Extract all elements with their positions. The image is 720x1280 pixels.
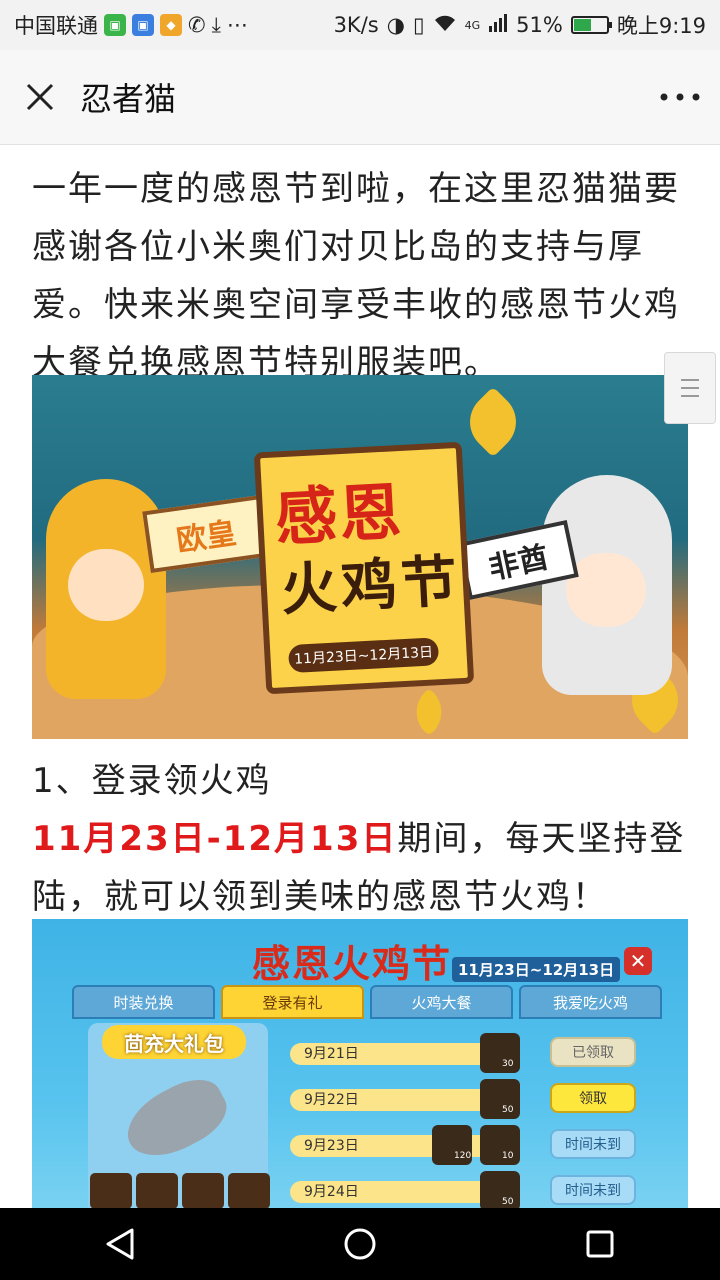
character-left-face <box>68 549 144 621</box>
gift-slots <box>90 1173 270 1208</box>
home-button[interactable] <box>300 1208 420 1280</box>
reward-day: 9月23日 <box>304 1138 359 1154</box>
more-icon <box>660 93 700 101</box>
reward-item <box>480 1033 520 1073</box>
navigation-bar <box>0 1208 720 1280</box>
gift-slot <box>182 1173 224 1208</box>
gift-title: 茴充大礼包 <box>102 1025 246 1059</box>
close-icon <box>26 83 54 111</box>
reward-day: 9月24日 <box>304 1184 359 1200</box>
game-title: 感恩火鸡节 <box>252 942 453 986</box>
game-screenshot-image: 感恩火鸡节 11月23日~12月13日 ✕ 时装兑换 登录有礼 火鸡大餐 我爱吃… <box>32 919 688 1208</box>
banner-title-line2: 火鸡节 <box>279 548 463 624</box>
status-right: 3K/s ◑ ▯ 4G 51% 晚上9:19 <box>334 10 706 40</box>
network-type: 4G <box>464 18 481 32</box>
leaf-decoration <box>457 386 529 458</box>
game-tab: 我爱吃火鸡 <box>519 985 662 1019</box>
reward-day: 9月21日 <box>304 1046 359 1062</box>
reward-button: 领取 <box>550 1083 636 1113</box>
net-speed: 3K/s <box>333 13 379 37</box>
reward-qty: 10 <box>502 1151 514 1161</box>
character-right <box>542 475 672 695</box>
recents-icon <box>586 1230 614 1258</box>
more-dots-icon: ⋯ <box>226 13 248 37</box>
scroll-handle-line <box>681 387 699 389</box>
gift-slot <box>136 1173 178 1208</box>
banner-board: 感恩 火鸡节 11月23日~12月13日 <box>253 441 475 695</box>
scroll-handle-line <box>681 395 699 397</box>
game-tab: 火鸡大餐 <box>370 985 513 1019</box>
battery-fill <box>573 19 592 31</box>
reward-item <box>480 1125 520 1165</box>
back-button[interactable] <box>60 1208 180 1280</box>
vibrate-icon: ▯ <box>413 13 425 37</box>
intro-paragraph: 一年一度的感恩节到啦，在这里忍猫猫要感谢各位小米奥们对贝比岛的支持与厚爱。快来米… <box>32 169 680 383</box>
reward-item <box>480 1079 520 1119</box>
more-button[interactable] <box>640 50 720 145</box>
event-banner-image: 欧皇 非酋 感恩 火鸡节 11月23日~12月13日 <box>32 375 688 739</box>
step1-heading: 1、登录领火鸡 <box>32 761 272 801</box>
status-bar: 中国联通 ▣ ▣ ◆ ✆ ⤓ ⋯ 3K/s ◑ ▯ 4G 51% 晚上9:19 <box>0 0 720 50</box>
banner-date: 11月23日~12月13日 <box>287 637 440 674</box>
game-tabs: 时装兑换 登录有礼 火鸡大餐 我爱吃火鸡 <box>72 985 662 1019</box>
reward-qty: 50 <box>502 1197 514 1207</box>
clock: 晚上9:19 <box>616 14 706 38</box>
back-icon <box>106 1228 134 1260</box>
reward-row: 9月23日 120 10 时间未到 <box>290 1123 650 1167</box>
gift-slot <box>228 1173 270 1208</box>
app-icon-green: ▣ <box>104 14 126 36</box>
sign-left: 欧皇 <box>142 494 270 574</box>
recents-button[interactable] <box>540 1208 660 1280</box>
game-date: 11月23日~12月13日 <box>452 957 621 982</box>
reward-row: 9月24日 50 时间未到 <box>290 1169 650 1208</box>
battery-percent: 51% <box>516 13 563 37</box>
gift-slot <box>90 1173 132 1208</box>
download-icon: ⤓ <box>211 12 221 37</box>
game-tab-active: 登录有礼 <box>221 985 364 1019</box>
reward-qty: 30 <box>502 1059 514 1069</box>
page-title: 忍者猫 <box>80 80 177 118</box>
character-right-face <box>566 553 646 627</box>
reward-button: 时间未到 <box>550 1129 636 1159</box>
reward-qty: 50 <box>502 1105 514 1115</box>
app-icon-100: ◆ <box>160 14 182 36</box>
reward-button: 时间未到 <box>550 1175 636 1205</box>
reward-row: 9月21日 30 已领取 <box>290 1031 650 1075</box>
battery-icon <box>570 16 612 34</box>
wifi-icon <box>433 13 457 37</box>
scroll-handle-line <box>681 379 699 381</box>
reward-day: 9月22日 <box>304 1092 359 1108</box>
step1-paragraph: 11月23日-12月13日期间，每天坚持登陆，就可以领到美味的感恩节火鸡！ <box>32 810 688 926</box>
reward-item <box>480 1171 520 1208</box>
signal-icon <box>488 13 508 37</box>
game-close-icon: ✕ <box>624 947 652 975</box>
close-button[interactable] <box>0 50 80 145</box>
carrier-label: 中国联通 <box>14 14 98 38</box>
hd-icon: ◑ <box>386 13 406 37</box>
article-content[interactable]: 一年一度的感恩节到啦，在这里忍猫猫要感谢各位小米奥们对贝比岛的支持与厚爱。快来米… <box>0 146 720 1208</box>
title-bar: 忍者猫 <box>0 50 720 145</box>
app-icon-blue: ▣ <box>132 14 154 36</box>
reward-button: 已领取 <box>550 1037 636 1067</box>
scroll-handle[interactable] <box>664 352 716 424</box>
missed-call-icon: ✆ <box>188 13 206 37</box>
login-reward-rows: 9月21日 30 已领取 9月22日 50 领取 9月23日 120 10 时间… <box>290 1031 650 1208</box>
reward-row: 9月22日 50 领取 <box>290 1077 650 1121</box>
home-icon <box>344 1228 376 1260</box>
game-tab: 时装兑换 <box>72 985 215 1019</box>
reward-qty: 120 <box>454 1151 472 1161</box>
status-left: 中国联通 ▣ ▣ ◆ ✆ ⤓ ⋯ <box>14 10 248 40</box>
event-date-highlight: 11月23日-12月13日 <box>32 819 398 859</box>
